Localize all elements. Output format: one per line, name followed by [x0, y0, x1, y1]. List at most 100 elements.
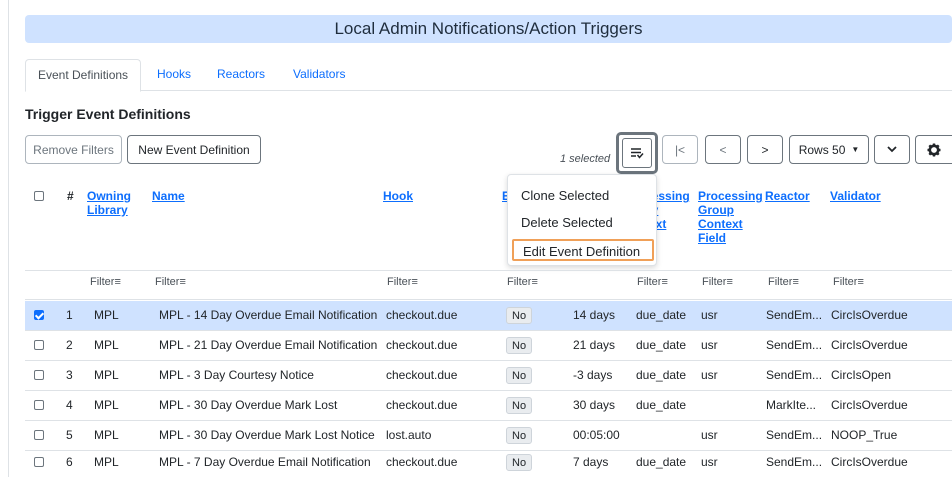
validator-cell: CircIsOverdue: [831, 338, 908, 352]
proc-group-header-line4: Field: [698, 231, 727, 245]
reactor-filter[interactable]: Filter≡: [768, 276, 799, 288]
filter-icon: ≡: [531, 276, 538, 288]
filter-icon: ≡: [726, 276, 733, 288]
rows-per-page-label: Rows 50: [798, 142, 846, 157]
column-actions-button[interactable]: [616, 132, 658, 174]
table-row[interactable]: 3 MPL MPL - 3 Day Courtesy Notice checko…: [25, 361, 952, 390]
name-cell: MPL - 30 Day Overdue Mark Lost Notice: [159, 428, 375, 442]
row-number: 2: [66, 338, 73, 352]
caret-down-icon: ▼: [851, 145, 860, 154]
reactor-cell: SendEm...: [766, 455, 823, 469]
tab-reactors[interactable]: Reactors: [205, 59, 277, 91]
row-actions-dropdown-button[interactable]: [874, 135, 910, 164]
table-row[interactable]: 6 MPL MPL - 7 Day Overdue Email Notifica…: [25, 448, 952, 477]
delay-cell: 30 days: [573, 398, 616, 412]
delay-cell: 00:05:00: [573, 428, 620, 442]
tab-event-definitions[interactable]: Event Definitions: [25, 59, 142, 92]
filter-icon: ≡: [857, 276, 864, 288]
page-border: [8, 0, 9, 477]
tab-hooks[interactable]: Hooks: [145, 59, 203, 91]
row-checkbox[interactable]: [34, 340, 44, 350]
table-row[interactable]: 1 MPL MPL - 14 Day Overdue Email Notific…: [25, 301, 952, 330]
prev-page-button[interactable]: <: [705, 135, 741, 164]
delay-field-cell: due_date: [636, 368, 687, 382]
reactor-cell: SendEm...: [766, 338, 823, 352]
owning-library-filter[interactable]: Filter≡: [90, 276, 121, 288]
delay-field-cell: due_date: [636, 455, 687, 469]
delay-cell: 7 days: [573, 455, 609, 469]
delay-field-filter[interactable]: Filter≡: [637, 276, 668, 288]
name-cell: MPL - 30 Day Overdue Mark Lost: [159, 398, 338, 412]
delay-cell: 14 days: [573, 308, 616, 322]
filter-icon: ≡: [661, 276, 668, 288]
row-checkbox[interactable]: [34, 400, 44, 410]
reactor-header[interactable]: Reactor: [765, 189, 810, 203]
grid-settings-button[interactable]: [915, 135, 952, 164]
group-field-filter[interactable]: Filter≡: [702, 276, 733, 288]
hook-cell: checkout.due: [386, 338, 458, 352]
delay-field-cell: due_date: [636, 338, 687, 352]
validator-filter[interactable]: Filter≡: [833, 276, 864, 288]
section-title: Trigger Event Definitions: [25, 106, 191, 122]
clone-selected-menu-item[interactable]: Clone Selected: [508, 185, 656, 207]
table-row[interactable]: 5 MPL MPL - 30 Day Overdue Mark Lost Not…: [25, 421, 952, 450]
reactor-cell: SendEm...: [766, 368, 823, 382]
group-field-cell: usr: [701, 455, 718, 469]
gear-icon: [927, 143, 941, 157]
filter-label: Filter: [768, 276, 793, 288]
name-filter[interactable]: Filter≡: [155, 276, 186, 288]
tab-bar: Event Definitions Hooks Reactors Validat…: [25, 59, 952, 92]
row-number: 4: [66, 398, 73, 412]
rows-per-page-select[interactable]: Rows 50 ▼: [789, 135, 869, 164]
delay-field-cell: due_date: [636, 398, 687, 412]
owning-library-cell: MPL: [94, 455, 119, 469]
row-checkbox[interactable]: [34, 310, 44, 320]
owning-library-header[interactable]: Owning Library: [87, 189, 131, 217]
owning-library-cell: MPL: [94, 428, 119, 442]
owning-library-cell: MPL: [94, 308, 119, 322]
group-field-cell: usr: [701, 308, 718, 322]
hook-cell: checkout.due: [386, 398, 458, 412]
active-badge: No: [506, 427, 533, 444]
select-all-checkbox[interactable]: [34, 191, 44, 201]
hook-cell: checkout.due: [386, 455, 458, 469]
active-badge: No: [506, 337, 533, 354]
header-divider: [25, 270, 952, 271]
hook-filter[interactable]: Filter≡: [387, 276, 418, 288]
selected-count: 1 selected: [560, 153, 611, 165]
validator-cell: CircIsOverdue: [831, 308, 908, 322]
hook-cell: checkout.due: [386, 308, 458, 322]
owning-library-cell: MPL: [94, 398, 119, 412]
new-event-definition-button[interactable]: New Event Definition: [127, 135, 261, 164]
validator-cell: CircIsOverdue: [831, 398, 908, 412]
delete-selected-menu-item[interactable]: Delete Selected: [508, 212, 656, 234]
name-header[interactable]: Name: [152, 189, 185, 203]
active-badge: No: [506, 367, 533, 384]
filter-label: Filter: [90, 276, 115, 288]
enabled-filter[interactable]: Filter≡: [507, 276, 538, 288]
next-page-button[interactable]: >: [747, 135, 783, 164]
remove-filters-button[interactable]: Remove Filters: [25, 135, 122, 164]
column-actions-menu: Clone Selected Delete Selected Edit Even…: [507, 174, 657, 266]
filter-label: Filter: [155, 276, 180, 288]
table-row[interactable]: 4 MPL MPL - 30 Day Overdue Mark Lost che…: [25, 391, 952, 420]
edit-event-definition-menu-item[interactable]: Edit Event Definition: [512, 239, 654, 261]
first-page-button[interactable]: |<: [662, 135, 698, 164]
hook-cell: checkout.due: [386, 368, 458, 382]
row-checkbox[interactable]: [34, 457, 44, 467]
row-checkbox[interactable]: [34, 370, 44, 380]
owning-library-header-line2: Library: [87, 203, 128, 217]
tab-validators[interactable]: Validators: [281, 59, 357, 91]
reactor-cell: MarkIte...: [766, 398, 817, 412]
hook-header[interactable]: Hook: [383, 189, 413, 203]
owning-library-header-line1: Owning: [87, 189, 131, 203]
processing-group-context-field-header[interactable]: Processing Group Context Field: [698, 189, 763, 245]
validator-header[interactable]: Validator: [830, 189, 881, 203]
row-checkbox[interactable]: [34, 430, 44, 440]
filter-label: Filter: [387, 276, 412, 288]
owning-library-cell: MPL: [94, 368, 119, 382]
proc-group-header-line3: Context: [698, 217, 743, 231]
table-row[interactable]: 2 MPL MPL - 21 Day Overdue Email Notific…: [25, 331, 952, 360]
filter-label: Filter: [507, 276, 532, 288]
page-title: Local Admin Notifications/Action Trigger…: [334, 19, 643, 38]
